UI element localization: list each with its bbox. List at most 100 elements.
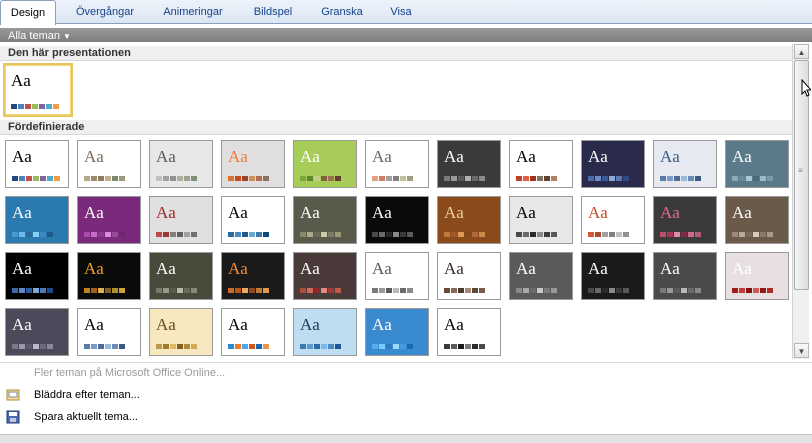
ribbon-tab-strip: Design Övergångar Animeringar Bildspel G…	[0, 0, 812, 25]
theme-thumbnail[interactable]: Aa	[293, 196, 357, 244]
menu-browse-label: Bläddra efter teman...	[34, 389, 140, 401]
theme-sample-text: Aa	[372, 147, 392, 166]
theme-thumbnail[interactable]: Aa	[77, 252, 141, 300]
current-theme-thumbnail[interactable]: Aa	[3, 63, 73, 117]
theme-thumbnail[interactable]: Aa	[509, 252, 573, 300]
theme-thumbnail[interactable]: Aa	[365, 308, 429, 356]
theme-color-swatches	[228, 344, 270, 349]
tab-review[interactable]: Granska	[312, 0, 372, 24]
all-themes-dropdown[interactable]: Alla teman ▼	[2, 30, 77, 42]
theme-sample-text: Aa	[372, 203, 392, 222]
theme-thumbnail[interactable]: Aa	[149, 140, 213, 188]
theme-color-swatches	[372, 288, 414, 293]
theme-thumbnail[interactable]: Aa	[221, 140, 285, 188]
scroll-up-button[interactable]: ▲	[794, 44, 809, 59]
theme-sample-text: Aa	[228, 315, 248, 334]
theme-color-swatches	[300, 344, 342, 349]
menu-more-themes-online[interactable]: Fler teman på Microsoft Office Online...	[0, 363, 812, 383]
theme-thumbnail[interactable]: Aa	[437, 196, 501, 244]
theme-color-swatches	[444, 344, 486, 349]
theme-thumbnail[interactable]: Aa	[293, 140, 357, 188]
theme-thumbnail[interactable]: Aa	[149, 196, 213, 244]
theme-sample-text: Aa	[156, 315, 176, 334]
menu-save-theme[interactable]: Spara aktuellt tema...	[0, 407, 812, 427]
theme-sample-text: Aa	[84, 259, 104, 278]
theme-thumbnail[interactable]: Aa	[581, 252, 645, 300]
theme-color-swatches	[12, 344, 54, 349]
theme-thumbnail[interactable]: Aa	[5, 140, 69, 188]
folder-icon	[6, 389, 20, 401]
theme-sample-text: Aa	[12, 203, 32, 222]
theme-thumbnail[interactable]: Aa	[365, 252, 429, 300]
theme-thumbnail[interactable]: Aa	[725, 252, 789, 300]
theme-sample-text: Aa	[12, 315, 32, 334]
theme-color-swatches	[588, 232, 630, 237]
menu-browse-themes[interactable]: Bläddra efter teman...	[0, 385, 812, 405]
theme-color-swatches	[84, 176, 126, 181]
theme-thumbnail[interactable]: Aa	[581, 196, 645, 244]
theme-sample-text: Aa	[516, 147, 536, 166]
dropdown-arrow-icon: ▼	[62, 32, 71, 41]
theme-color-swatches	[516, 232, 558, 237]
tab-animations[interactable]: Animeringar	[152, 0, 234, 24]
tab-view[interactable]: Visa	[380, 0, 422, 24]
theme-sample-text: Aa	[372, 259, 392, 278]
theme-thumbnail[interactable]: Aa	[437, 140, 501, 188]
theme-color-swatches	[84, 344, 126, 349]
tab-design[interactable]: Design	[0, 0, 56, 25]
theme-sample-text: Aa	[516, 203, 536, 222]
theme-color-swatches	[444, 176, 486, 181]
theme-color-swatches	[588, 288, 630, 293]
theme-sample-text: Aa	[660, 259, 680, 278]
theme-thumbnail[interactable]: Aa	[77, 308, 141, 356]
theme-color-swatches	[156, 232, 198, 237]
theme-color-swatches	[156, 176, 198, 181]
theme-sample-text: Aa	[84, 203, 104, 222]
theme-sample-text: Aa	[444, 147, 464, 166]
theme-thumbnail[interactable]: Aa	[5, 196, 69, 244]
theme-color-swatches	[660, 176, 702, 181]
theme-color-swatches	[300, 288, 342, 293]
theme-thumbnail[interactable]: Aa	[5, 252, 69, 300]
theme-thumbnail[interactable]: Aa	[77, 196, 141, 244]
theme-thumbnail[interactable]: Aa	[725, 140, 789, 188]
theme-thumbnail[interactable]: Aa	[221, 196, 285, 244]
theme-color-swatches	[732, 176, 774, 181]
theme-thumbnail[interactable]: Aa	[77, 140, 141, 188]
theme-thumbnail[interactable]: Aa	[437, 308, 501, 356]
gallery-header	[0, 28, 812, 42]
theme-sample-text: Aa	[228, 147, 248, 166]
theme-thumbnail[interactable]: Aa	[653, 140, 717, 188]
theme-thumbnail[interactable]: Aa	[365, 196, 429, 244]
theme-thumbnail[interactable]: Aa	[293, 308, 357, 356]
theme-thumbnail[interactable]: Aa	[365, 140, 429, 188]
tab-slideshow[interactable]: Bildspel	[240, 0, 306, 24]
theme-thumbnail[interactable]: Aa	[149, 252, 213, 300]
theme-thumbnail[interactable]: Aa	[437, 252, 501, 300]
theme-thumbnail[interactable]: Aa	[509, 140, 573, 188]
theme-thumbnail[interactable]: Aa	[725, 196, 789, 244]
theme-color-swatches	[228, 176, 270, 181]
theme-color-swatches	[660, 232, 702, 237]
theme-color-swatches	[156, 344, 198, 349]
theme-thumbnail[interactable]: Aa	[149, 308, 213, 356]
theme-color-swatches	[516, 176, 558, 181]
mouse-pointer-icon	[801, 79, 811, 97]
theme-thumbnail[interactable]: Aa	[221, 252, 285, 300]
theme-sample-text: Aa	[156, 203, 176, 222]
theme-sample-text: Aa	[300, 147, 320, 166]
theme-sample-text: Aa	[588, 203, 608, 222]
tab-transitions[interactable]: Övergångar	[60, 0, 150, 24]
theme-thumbnail[interactable]: Aa	[653, 252, 717, 300]
theme-sample-text: Aa	[12, 147, 32, 166]
theme-thumbnail[interactable]: Aa	[581, 140, 645, 188]
theme-thumbnail[interactable]: Aa	[5, 308, 69, 356]
theme-sample-text: Aa	[588, 259, 608, 278]
theme-thumbnail[interactable]: Aa	[221, 308, 285, 356]
theme-thumbnail[interactable]: Aa	[653, 196, 717, 244]
theme-thumbnail[interactable]: Aa	[293, 252, 357, 300]
scroll-down-button[interactable]: ▼	[794, 343, 809, 358]
theme-sample-text: Aa	[444, 203, 464, 222]
theme-color-swatches	[84, 288, 126, 293]
theme-thumbnail[interactable]: Aa	[509, 196, 573, 244]
